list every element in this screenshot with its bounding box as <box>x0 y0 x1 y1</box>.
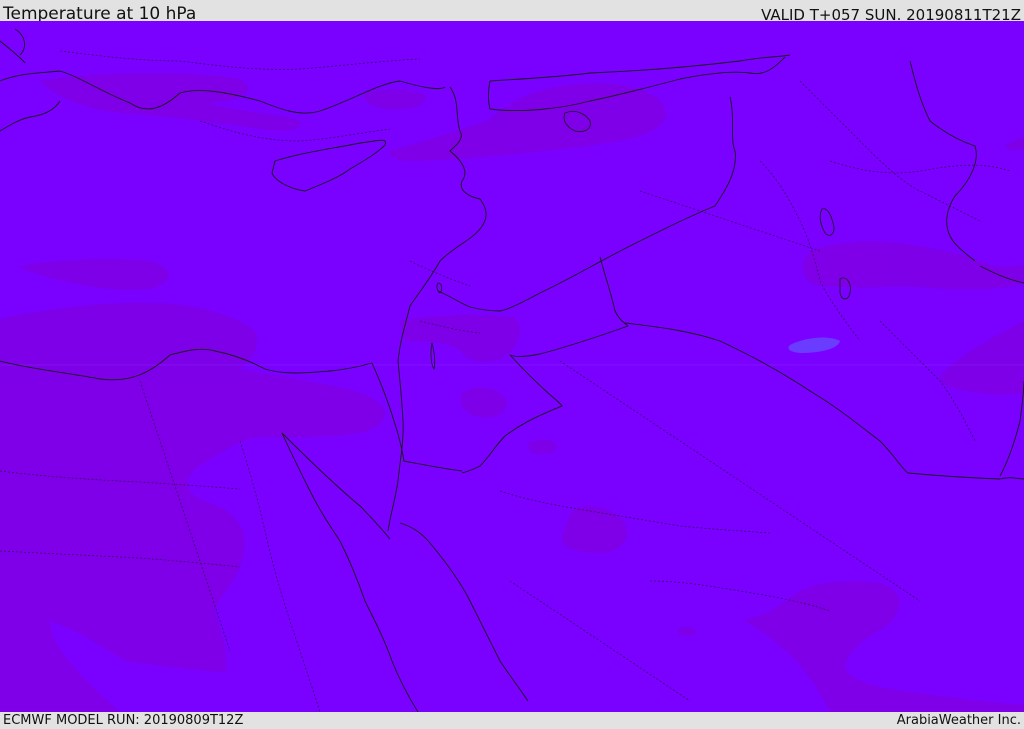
model-run-label: ECMWF MODEL RUN: 20190809T12Z <box>3 713 244 728</box>
weather-map-frame: Temperature at 10 hPa VALID T+057 SUN. 2… <box>0 0 1024 729</box>
credit-label: ArabiaWeather Inc. <box>896 713 1021 728</box>
map-canvas <box>0 21 1024 712</box>
footer-bar: ECMWF MODEL RUN: 20190809T12Z ArabiaWeat… <box>0 712 1024 729</box>
header-bar: Temperature at 10 hPa VALID T+057 SUN. 2… <box>0 0 1024 24</box>
band-small-spot-2 <box>678 626 696 636</box>
temperature-map <box>0 21 1024 712</box>
